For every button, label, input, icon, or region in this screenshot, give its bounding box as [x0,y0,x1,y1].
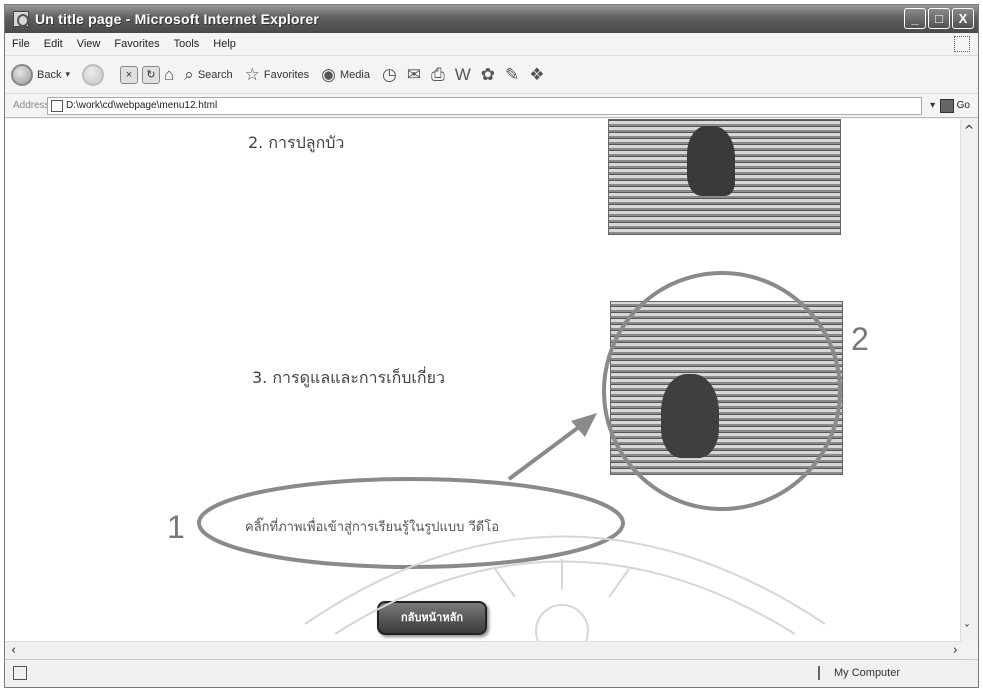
media-button[interactable]: ◉ Media [321,65,370,85]
forward-button[interactable] [82,63,108,86]
messenger-icon[interactable]: ✿ [481,65,495,85]
back-button[interactable]: Back ▾ [11,63,70,86]
search-button[interactable]: ⌕ Search [184,65,232,85]
maximize-button[interactable]: □ [928,8,950,29]
title-bar[interactable]: Un title page - Microsoft Internet Explo… [5,5,978,33]
address-label: Address [13,100,50,111]
horizontal-scrollbar[interactable]: ‹ › [5,641,962,659]
go-arrow-icon [939,98,954,113]
discuss-icon[interactable]: ✎ [505,65,519,85]
media-label: Media [340,68,370,81]
menu-view[interactable]: View [70,38,108,50]
stop-icon[interactable]: × [120,65,138,84]
address-url: D:\work\cd\webpage\menu12.html [66,100,218,111]
page-icon [51,99,63,112]
media-icon: ◉ [321,64,337,84]
item-care-harvest-label: 3. การดูแลและการเก็บเกี่ยว [252,368,445,387]
computer-icon [818,666,828,680]
page-content: 2. การปลูกบัว 3. การดูแลและการเก็บเกี่ยว… [5,119,962,641]
menu-help[interactable]: Help [206,38,243,50]
go-button[interactable]: Go [939,98,970,113]
history-icon[interactable]: ◷ [382,65,397,85]
pointer-arrow-line [507,419,589,481]
back-label: Back [37,68,62,81]
back-to-main-button[interactable]: กลับหน้าหลัก [377,601,487,635]
browser-window: Un title page - Microsoft Internet Explo… [4,4,979,688]
instruction-text: คลิ๊กที่ภาพเพื่อเข้าสู่การเรียนรู้ในรูปแ… [245,520,500,535]
research-icon[interactable]: ❖ [529,65,544,85]
print-icon[interactable]: ⎙ [431,65,445,85]
favorites-button[interactable]: ☆ Favorites [245,65,310,85]
scroll-up-icon[interactable]: ^ [964,123,974,137]
favorites-label: Favorites [263,68,310,81]
ie-icon [13,11,29,27]
scroll-down-icon[interactable]: ˇ [964,623,970,637]
menu-edit[interactable]: Edit [37,38,70,50]
refresh-icon[interactable]: ↻ [142,65,160,84]
address-input[interactable]: D:\work\cd\webpage\menu12.html [47,96,922,115]
address-bar: Address D:\work\cd\webpage\menu12.html ▾… [5,93,978,118]
search-label: Search [197,68,233,81]
care-harvest-video-thumbnail[interactable] [610,301,843,475]
search-icon: ⌕ [184,64,194,84]
annotation-number-1: 1 [167,509,185,545]
scroll-right-icon[interactable]: › [953,643,958,658]
pointer-arrowhead [571,413,597,437]
edit-icon[interactable]: W [455,65,471,85]
close-button[interactable]: X [952,8,974,29]
item-planting-label: 2. การปลูกบัว [248,133,345,152]
page-status-icon [13,666,27,680]
annotation-number-2: 2 [851,321,869,357]
window-title: Un title page - Microsoft Internet Explo… [35,11,319,27]
chevron-down-icon[interactable]: ▾ [65,69,70,80]
minimize-button[interactable]: _ [904,8,926,29]
planting-video-thumbnail[interactable] [608,119,841,235]
menu-favorites[interactable]: Favorites [107,38,166,50]
toolbar: Back ▾ × ↻ ⌂ ⌕ Search ☆ Favorites ◉ Medi… [5,55,978,93]
windows-logo-icon [954,36,970,52]
star-icon: ☆ [244,64,260,84]
back-arrow-icon [11,63,33,86]
status-bar: My Computer [5,659,978,687]
vertical-scrollbar[interactable]: ^ ˇ [960,119,978,641]
window-controls: _ □ X [904,8,974,29]
zone-label: My Computer [834,667,901,679]
mail-icon[interactable]: ✉ [407,65,421,85]
forward-arrow-icon [82,63,104,86]
address-dropdown-icon[interactable]: ▾ [926,100,940,111]
go-label: Go [956,100,970,111]
menu-bar: File Edit View Favorites Tools Help [5,33,978,55]
scroll-left-icon[interactable]: ‹ [11,643,16,658]
menu-file[interactable]: File [5,38,37,50]
security-zone: My Computer [818,666,900,680]
menu-tools[interactable]: Tools [167,38,207,50]
home-icon[interactable]: ⌂ [164,65,174,85]
